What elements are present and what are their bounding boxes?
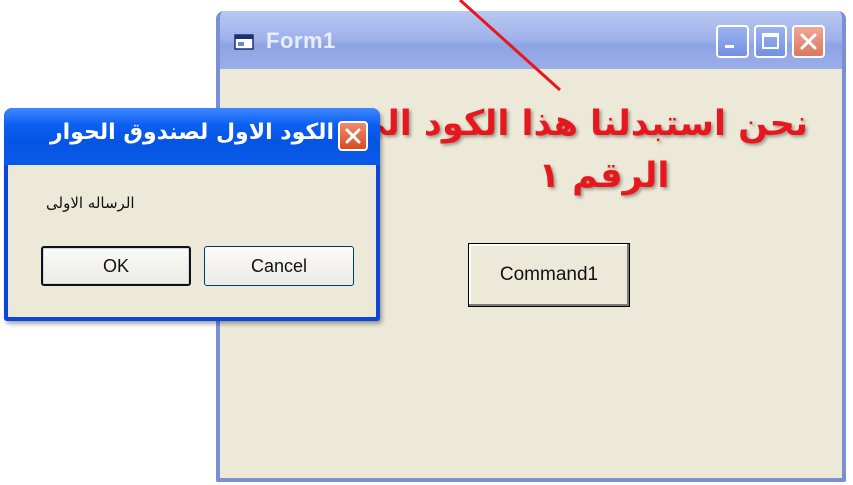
- dialog-title: الكود الاول لصندوق الحوار: [50, 120, 334, 145]
- dialog-close-button[interactable]: [338, 121, 368, 151]
- window-app-icon: [234, 34, 254, 50]
- maximize-icon: [762, 33, 779, 49]
- message-box-dialog: الكود الاول لصندوق الحوار الرساله الاولى…: [4, 108, 380, 321]
- close-icon: [800, 33, 817, 50]
- maximize-button[interactable]: [754, 25, 787, 58]
- form1-titlebar[interactable]: Form1: [220, 11, 842, 73]
- cancel-button[interactable]: Cancel: [204, 246, 354, 286]
- dialog-message: الرساله الاولى: [46, 194, 135, 212]
- annotation-line-2: الرقم ١: [538, 156, 670, 196]
- minimize-button[interactable]: [716, 25, 749, 58]
- desktop: Form1 Command1 نحن استبدلنا هذا الكود ال…: [0, 0, 853, 485]
- command1-button[interactable]: Command1: [468, 243, 630, 307]
- dialog-titlebar[interactable]: الكود الاول لصندوق الحوار: [4, 108, 380, 165]
- close-button[interactable]: [792, 25, 825, 58]
- annotation-text: نحن استبدلنا هذا الكود الى الرقم ١: [351, 98, 808, 202]
- form1-title: Form1: [266, 28, 336, 53]
- annotation-line-1: نحن استبدلنا هذا الكود الى: [351, 104, 808, 144]
- ok-button[interactable]: OK: [41, 246, 191, 286]
- minimize-icon: [725, 45, 734, 48]
- close-icon: [345, 128, 361, 144]
